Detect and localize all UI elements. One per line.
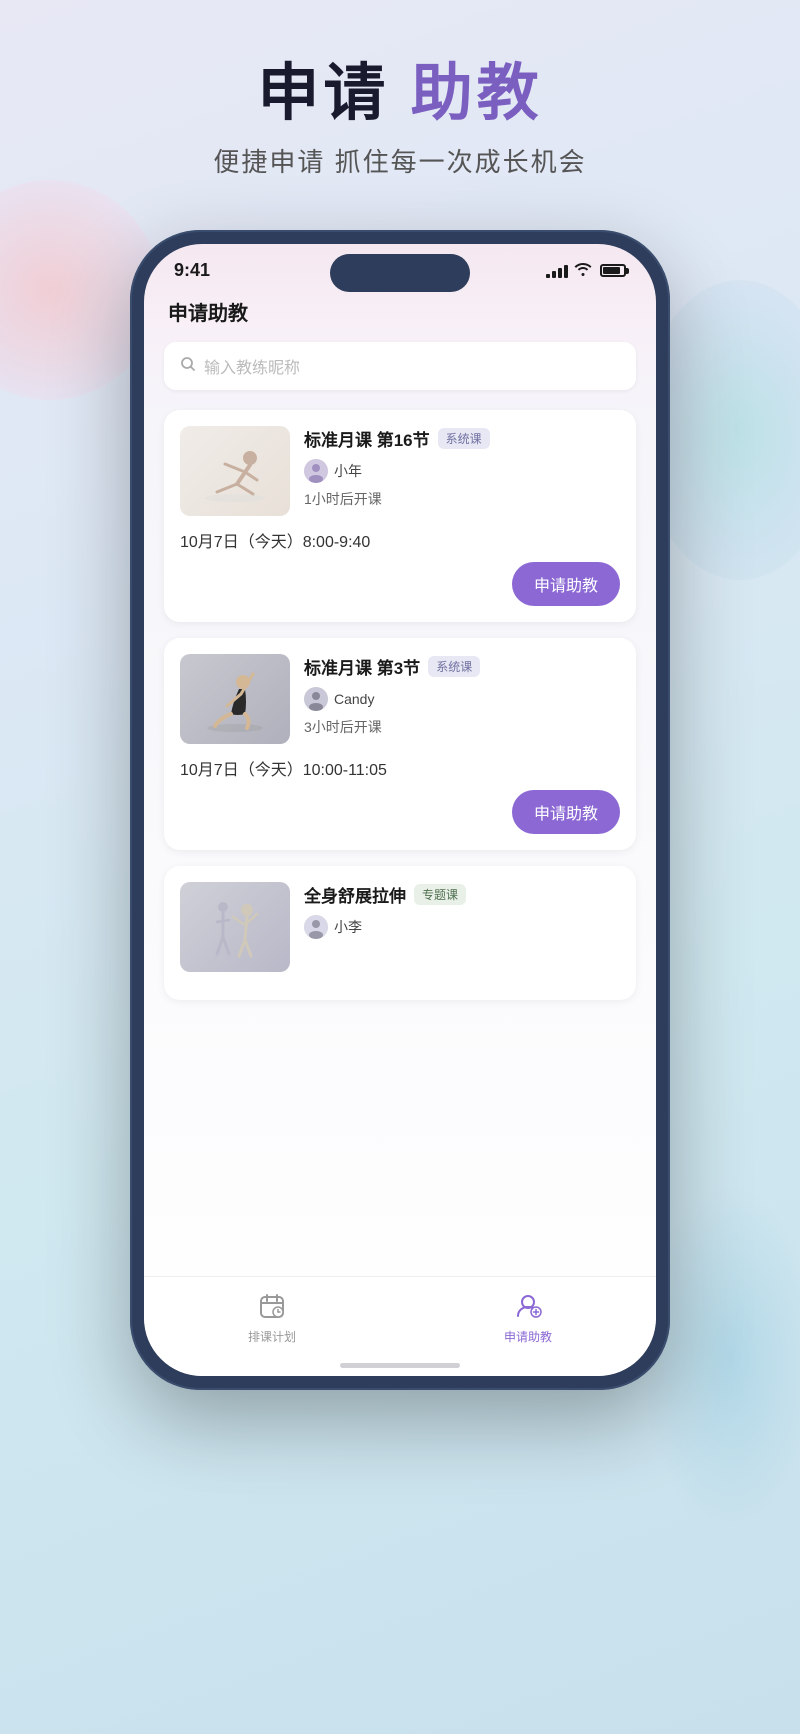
instructor-name-3: 小李 bbox=[334, 917, 362, 937]
course-date-row-2: 10月7日（今天）10:00-11:05 bbox=[180, 756, 620, 780]
search-input[interactable]: 输入教练昵称 bbox=[204, 354, 300, 378]
page-subtitle: 便捷申请 抓住每一次成长机会 bbox=[0, 142, 800, 179]
course-title-row-3: 全身舒展拉伸 专题课 bbox=[304, 882, 620, 907]
course-title-3: 全身舒展拉伸 bbox=[304, 882, 406, 907]
course-countdown-1: 1小时后开课 bbox=[304, 489, 620, 509]
apply-btn-row-1: 申请助教 bbox=[180, 562, 620, 606]
signal-icon bbox=[546, 264, 568, 278]
instructor-avatar-2 bbox=[304, 687, 328, 711]
course-date-row-1: 10月7日（今天）8:00-9:40 bbox=[180, 528, 620, 552]
course-date-2: 10月7日（今天）10:00-11:05 bbox=[180, 756, 387, 780]
page-header: 申请 助教 便捷申请 抓住每一次成长机会 bbox=[0, 0, 800, 209]
course-card-top-1: 标准月课 第16节 系统课 bbox=[180, 426, 620, 516]
apply-button-1[interactable]: 申请助教 bbox=[512, 562, 620, 606]
instructor-row-3: 小李 bbox=[304, 915, 620, 939]
course-card-top-2: 标准月课 第3节 系统课 bbox=[180, 654, 620, 744]
page-title: 申请 助教 bbox=[0, 60, 800, 128]
tab-apply[interactable]: 申请助教 bbox=[504, 1288, 552, 1345]
status-time: 9:41 bbox=[174, 260, 210, 281]
tab-bar: 排课计划 申请助教 bbox=[144, 1276, 656, 1376]
course-card-3: 全身舒展拉伸 专题课 bbox=[164, 866, 636, 1000]
apply-btn-row-2: 申请助教 bbox=[180, 790, 620, 834]
course-date-1: 10月7日（今天）8:00-9:40 bbox=[180, 528, 370, 552]
status-bar: 9:41 bbox=[144, 244, 656, 289]
battery-icon bbox=[600, 264, 626, 277]
apply-button-2[interactable]: 申请助教 bbox=[512, 790, 620, 834]
tab-schedule[interactable]: 排课计划 bbox=[248, 1288, 296, 1345]
apply-icon bbox=[510, 1288, 546, 1324]
instructor-name-1: 小年 bbox=[334, 461, 362, 481]
course-card-top-3: 全身舒展拉伸 专题课 bbox=[180, 882, 620, 972]
course-thumbnail-2 bbox=[180, 654, 290, 744]
tab-bar-spacer bbox=[164, 1016, 636, 1116]
course-title-1: 标准月课 第16节 bbox=[304, 426, 430, 451]
instructor-name-2: Candy bbox=[334, 691, 374, 707]
tab-schedule-label: 排课计划 bbox=[248, 1328, 296, 1345]
course-countdown-2: 3小时后开课 bbox=[304, 717, 620, 737]
tab-apply-label: 申请助教 bbox=[504, 1328, 552, 1345]
page-title-purple: 助教 bbox=[411, 59, 543, 128]
phone-frame: 9:41 bbox=[130, 230, 670, 1390]
dynamic-island bbox=[330, 254, 470, 292]
status-icons bbox=[546, 262, 626, 279]
course-title-row-1: 标准月课 第16节 系统课 bbox=[304, 426, 620, 451]
course-card-2: 标准月课 第3节 系统课 bbox=[164, 638, 636, 850]
course-tag-2: 系统课 bbox=[428, 656, 480, 677]
phone-screen: 9:41 bbox=[144, 244, 656, 1376]
course-info-2: 标准月课 第3节 系统课 bbox=[304, 654, 620, 744]
course-thumbnail-3 bbox=[180, 882, 290, 972]
app-content: 申请助教 输入教练昵称 bbox=[144, 289, 656, 1365]
home-indicator bbox=[340, 1363, 460, 1368]
instructor-row-2: Candy bbox=[304, 687, 620, 711]
course-title-2: 标准月课 第3节 bbox=[304, 654, 420, 679]
course-title-row-2: 标准月课 第3节 系统课 bbox=[304, 654, 620, 679]
course-tag-3: 专题课 bbox=[414, 884, 466, 905]
course-tag-1: 系统课 bbox=[438, 428, 490, 449]
search-bar[interactable]: 输入教练昵称 bbox=[164, 342, 636, 390]
search-icon bbox=[180, 356, 196, 377]
instructor-row-1: 小年 bbox=[304, 459, 620, 483]
course-card-1: 标准月课 第16节 系统课 bbox=[164, 410, 636, 622]
nav-title: 申请助教 bbox=[164, 289, 636, 342]
course-info-1: 标准月课 第16节 系统课 bbox=[304, 426, 620, 516]
course-info-3: 全身舒展拉伸 专题课 bbox=[304, 882, 620, 972]
schedule-icon bbox=[254, 1288, 290, 1324]
phone-mockup: 9:41 bbox=[130, 230, 670, 1390]
instructor-avatar-3 bbox=[304, 915, 328, 939]
page-title-black: 申请 bbox=[257, 59, 389, 128]
course-thumbnail-1 bbox=[180, 426, 290, 516]
wifi-icon bbox=[574, 262, 592, 279]
instructor-avatar-1 bbox=[304, 459, 328, 483]
